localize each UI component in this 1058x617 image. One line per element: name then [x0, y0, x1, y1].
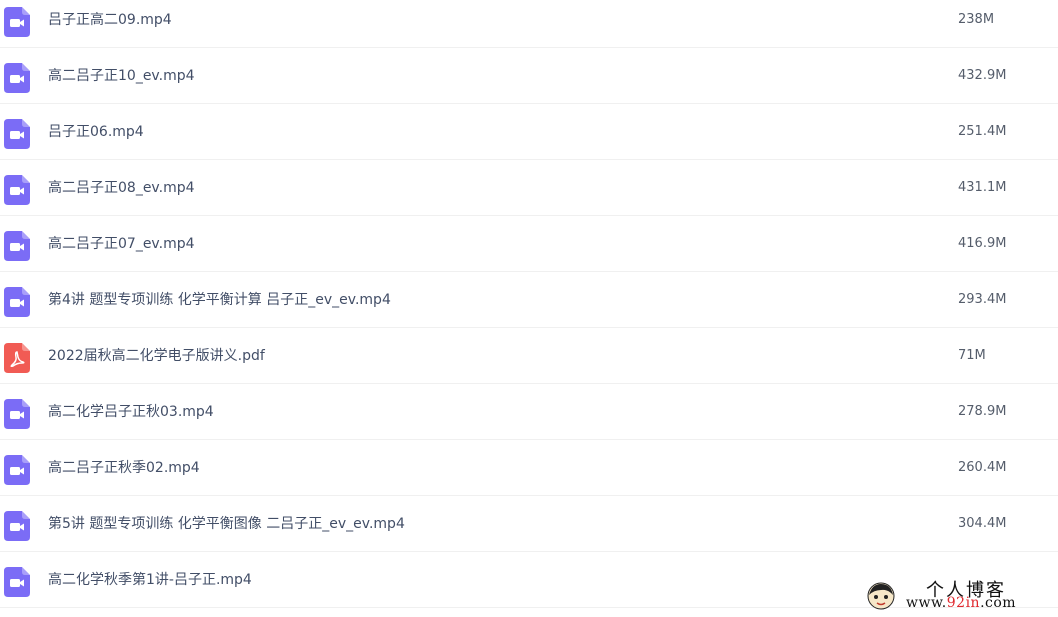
- file-row[interactable]: 高二吕子正秋季02.mp4 260.4M: [0, 440, 1058, 496]
- file-size: 260.4M: [958, 460, 1007, 475]
- file-size: 293.4M: [958, 292, 1007, 307]
- file-row[interactable]: 高二吕子正07_ev.mp4 416.9M: [0, 216, 1058, 272]
- file-row[interactable]: 吕子正高二09.mp4 238M: [0, 0, 1058, 48]
- video-file-icon: [4, 511, 30, 541]
- file-name[interactable]: 高二化学吕子正秋03.mp4: [48, 384, 214, 440]
- file-size: 71M: [958, 348, 986, 363]
- file-size: 416.9M: [958, 236, 1007, 251]
- file-name[interactable]: 高二化学秋季第1讲-吕子正.mp4: [48, 552, 252, 608]
- file-row[interactable]: 高二吕子正10_ev.mp4 432.9M: [0, 48, 1058, 104]
- video-file-icon: [4, 175, 30, 205]
- file-size: 278.9M: [958, 404, 1007, 419]
- file-row[interactable]: 高二化学秋季第1讲-吕子正.mp4: [0, 552, 1058, 608]
- video-file-icon: [4, 567, 30, 597]
- file-name[interactable]: 高二吕子正07_ev.mp4: [48, 216, 195, 272]
- video-file-icon: [4, 399, 30, 429]
- video-file-icon: [4, 119, 30, 149]
- pdf-file-icon: [4, 343, 30, 373]
- file-size: 304.4M: [958, 516, 1007, 531]
- file-name[interactable]: 高二吕子正秋季02.mp4: [48, 440, 200, 496]
- video-file-icon: [4, 7, 30, 37]
- file-name[interactable]: 高二吕子正10_ev.mp4: [48, 48, 195, 104]
- file-row[interactable]: 高二化学吕子正秋03.mp4 278.9M: [0, 384, 1058, 440]
- file-size: 431.1M: [958, 180, 1007, 195]
- file-name[interactable]: 第5讲 题型专项训练 化学平衡图像 二吕子正_ev_ev.mp4: [48, 496, 405, 552]
- file-row[interactable]: 第4讲 题型专项训练 化学平衡计算 吕子正_ev_ev.mp4 293.4M: [0, 272, 1058, 328]
- video-file-icon: [4, 63, 30, 93]
- file-name[interactable]: 吕子正06.mp4: [48, 104, 144, 160]
- file-row[interactable]: 第5讲 题型专项训练 化学平衡图像 二吕子正_ev_ev.mp4 304.4M: [0, 496, 1058, 552]
- file-name[interactable]: 第4讲 题型专项训练 化学平衡计算 吕子正_ev_ev.mp4: [48, 272, 391, 328]
- file-name[interactable]: 高二吕子正08_ev.mp4: [48, 160, 195, 216]
- file-size: 251.4M: [958, 124, 1007, 139]
- file-size: 238M: [958, 12, 995, 27]
- file-name[interactable]: 吕子正高二09.mp4: [48, 0, 172, 48]
- file-row[interactable]: 吕子正06.mp4 251.4M: [0, 104, 1058, 160]
- file-row[interactable]: 2022届秋高二化学电子版讲义.pdf 71M: [0, 328, 1058, 384]
- video-file-icon: [4, 455, 30, 485]
- video-file-icon: [4, 231, 30, 261]
- file-row[interactable]: 高二吕子正08_ev.mp4 431.1M: [0, 160, 1058, 216]
- video-file-icon: [4, 287, 30, 317]
- file-list: 吕子正高二09.mp4 238M 高二吕子正10_ev.mp4 432.9M 吕子正…: [0, 0, 1058, 608]
- file-name[interactable]: 2022届秋高二化学电子版讲义.pdf: [48, 328, 265, 384]
- file-size: 432.9M: [958, 68, 1007, 83]
